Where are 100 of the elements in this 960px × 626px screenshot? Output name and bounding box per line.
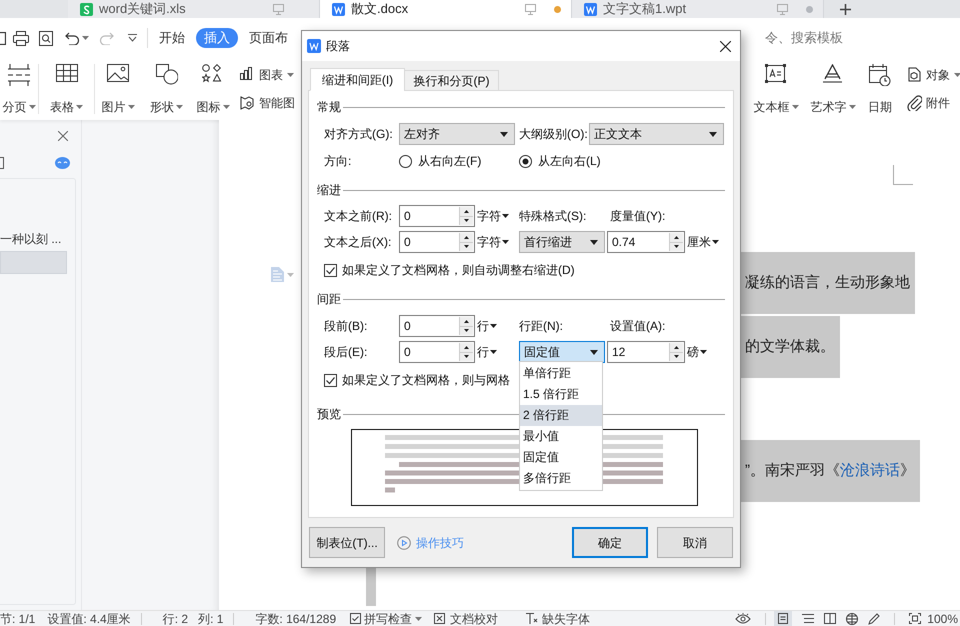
up-arrow-icon <box>464 346 469 349</box>
outline-level-dropdown[interactable]: 正文文本 <box>589 123 724 145</box>
number-field[interactable]: 0 <box>399 315 475 337</box>
missing-font-button[interactable]: 缺失字体 <box>526 610 590 626</box>
highlighted-paragraph: 凝练的语言，生动形象地 <box>741 252 915 314</box>
globe-icon[interactable] <box>846 612 858 624</box>
caret-icon <box>502 240 509 244</box>
ribbon-tool-button[interactable]: 分页 <box>0 58 38 120</box>
spell-check-button[interactable]: 拼写检查 <box>350 610 422 626</box>
up-arrow-icon <box>464 210 469 213</box>
caret-icon <box>502 214 509 218</box>
number-field[interactable]: 0 <box>399 341 475 363</box>
number-field[interactable]: 12 <box>607 341 685 363</box>
ribbon-tool-button[interactable]: 图片 <box>95 58 141 120</box>
page-view-icon <box>778 613 788 624</box>
ribbon-small-tool-button[interactable]: 对象 <box>907 66 960 84</box>
zoom-level[interactable]: 100% <box>927 610 958 626</box>
ribbon-small-tool-button[interactable]: 附件 <box>907 94 960 112</box>
line-spacing-dropdown[interactable]: 固定值 <box>519 341 605 363</box>
spin-up-button[interactable] <box>670 343 683 352</box>
special-format-dropdown[interactable]: 首行缩进 <box>519 231 605 253</box>
number-field[interactable]: 0.74 <box>607 231 685 253</box>
new-tab-icon[interactable] <box>840 4 851 14</box>
cancel-button[interactable]: 取消 <box>657 527 733 558</box>
radio-button[interactable] <box>519 154 532 168</box>
field-label: 特殊格式(S): <box>519 208 588 225</box>
radio-label[interactable]: 从左向右(L) <box>538 152 601 170</box>
spin-up-button[interactable] <box>460 207 473 216</box>
number-field[interactable]: 0 <box>399 205 475 227</box>
face-icon[interactable] <box>55 157 70 169</box>
document-check-button[interactable]: 文档校对 <box>434 610 498 626</box>
ribbon-tool-button[interactable]: 日期 <box>859 58 901 120</box>
unit-dropdown[interactable]: 厘米 <box>687 233 719 251</box>
field-label: 文本之前(R): <box>324 208 393 225</box>
document-tab[interactable]: 散文.docx <box>320 0 572 18</box>
document-icon <box>584 2 597 16</box>
tab-stops-button[interactable]: 制表位(T)... <box>309 527 385 558</box>
print-preview-icon[interactable] <box>39 30 53 46</box>
menu-tab[interactable]: 页面布 <box>241 28 296 48</box>
document-tab[interactable]: 文字文稿1.wpt <box>572 0 824 18</box>
app-logo-icon <box>307 39 321 53</box>
unit-dropdown[interactable]: 字符 <box>477 233 509 251</box>
outline-entry[interactable]: 一种以刻 ... <box>0 230 75 248</box>
spreadsheet-icon <box>80 2 93 16</box>
number-field[interactable]: 0 <box>399 231 475 253</box>
field-label: 设置值(A): <box>610 318 666 335</box>
save-icon[interactable] <box>0 32 6 44</box>
link[interactable]: 沧浪诗话 <box>840 460 900 482</box>
dialog-tab[interactable]: 换行和分页(P) <box>404 70 499 91</box>
checkbox[interactable] <box>324 374 337 386</box>
status-text: 设置值: 4.4厘米 <box>47 610 131 626</box>
pen-icon[interactable] <box>868 612 880 624</box>
spin-up-button[interactable] <box>460 343 473 352</box>
page-break-icon <box>8 64 30 86</box>
menu-item[interactable]: 2 倍行距 <box>520 405 602 426</box>
spin-up-button[interactable] <box>460 317 473 326</box>
panel-rect-icon[interactable] <box>0 157 4 169</box>
book-view-icon[interactable] <box>824 613 836 624</box>
undo-icon[interactable] <box>65 32 80 44</box>
fit-frame-icon[interactable] <box>909 613 922 624</box>
caret-icon <box>415 616 422 620</box>
unit-dropdown[interactable]: 行 <box>477 317 497 335</box>
customize-caret-icon[interactable] <box>128 34 137 42</box>
eye-icon[interactable] <box>735 613 752 624</box>
caret-icon <box>490 324 497 328</box>
status-text: 字数: 164/1289 <box>255 610 336 626</box>
checkbox-label[interactable]: 如果定义了文档网格，则自动调整右缩进(D) <box>342 261 575 279</box>
menu-tab[interactable]: 插入 <box>196 28 238 48</box>
spin-up-button[interactable] <box>460 233 473 242</box>
checkbox-label[interactable]: 如果定义了文档网格，则与网格 <box>342 371 510 389</box>
outline-view-icon[interactable] <box>802 614 814 623</box>
ribbon-tool-button[interactable]: 图标 <box>192 58 234 120</box>
calendar-clock-icon <box>869 64 891 86</box>
alignment-dropdown[interactable]: 左对齐 <box>399 123 515 145</box>
search-placeholder[interactable]: 令、搜索模板 <box>765 28 843 48</box>
page-view-button[interactable] <box>774 611 792 626</box>
unit-dropdown[interactable]: 磅 <box>687 343 707 361</box>
ribbon-tool-button[interactable]: 形状 <box>141 58 192 120</box>
ok-button[interactable]: 确定 <box>572 527 648 558</box>
checkbox[interactable] <box>324 264 337 276</box>
spin-up-button[interactable] <box>670 233 683 242</box>
caret-icon <box>700 350 707 354</box>
field-label: 对齐方式(G): <box>324 126 394 143</box>
ribbon-tool-button[interactable]: 表格 <box>39 58 94 120</box>
unit-dropdown[interactable]: 行 <box>477 343 497 361</box>
unit-dropdown[interactable]: 字符 <box>477 207 509 225</box>
up-arrow-icon <box>464 320 469 323</box>
radio-button[interactable] <box>399 154 412 168</box>
ribbon-small-tool-button[interactable]: 智能图 <box>240 94 295 112</box>
print-icon[interactable] <box>13 30 29 46</box>
document-tab[interactable]: word关键词.xls <box>68 0 320 18</box>
ribbon-small-tool-button[interactable]: 图表 <box>240 66 295 84</box>
shapes-icon <box>156 64 178 86</box>
radio-label[interactable]: 从右向左(F) <box>418 152 482 170</box>
close-icon[interactable] <box>58 131 68 141</box>
field-label: 文本之后(X): <box>324 234 392 251</box>
ribbon-tool-button[interactable]: 艺术字 <box>807 58 859 120</box>
ribbon-tool-button[interactable]: 文本框 <box>745 58 807 120</box>
dialog-tab[interactable]: 缩进和间距(I) <box>310 68 405 91</box>
menu-tab[interactable]: 开始 <box>151 28 193 48</box>
